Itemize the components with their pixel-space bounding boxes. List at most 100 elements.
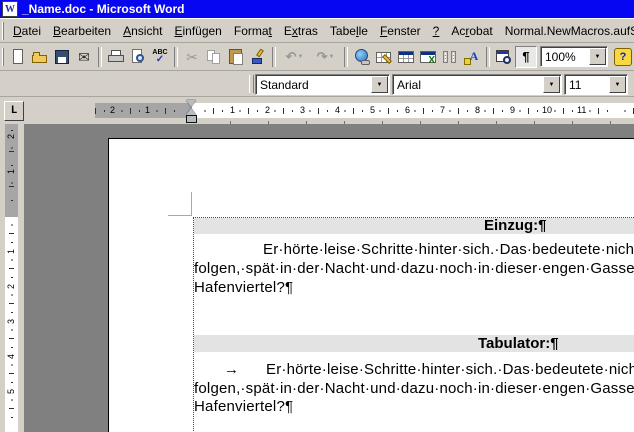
insert-table-button[interactable] [395,46,417,68]
insert-hyperlink-button[interactable] [351,46,373,68]
copy-icon [205,48,223,66]
copy-button[interactable] [203,46,225,68]
horizontal-ruler[interactable]: 1 2 3 4 5 6 7 8 9 10 11 [192,103,634,118]
print-preview-icon [129,48,147,66]
format-painter-button[interactable] [247,46,269,68]
format-painter-icon [249,48,267,66]
printer-icon [107,48,125,66]
spelling-button[interactable]: ABC ✓ [149,46,171,68]
body-line: Er·hörte·leise·Schritte·hinter·sich.·Das… [263,241,634,258]
menu-datei[interactable]: Datei [7,22,47,40]
menubar-grab-handle[interactable] [2,21,4,40]
menu-macro[interactable]: Normal.NewMacros.aufS [499,22,634,40]
chevron-down-icon: ▼ [594,53,601,60]
style-combobox[interactable]: Standard ▼ [255,74,390,95]
redo-arrow-icon: ↷ [316,49,328,64]
zoom-dropdown-button[interactable]: ▼ [589,48,606,65]
help-question-icon: ? [614,47,632,66]
chevron-down-icon: ▼ [548,81,555,88]
menu-tabelle[interactable]: Tabelle [324,22,374,40]
menu-acrobat[interactable]: Acrobat [445,22,498,40]
tab-selector-button[interactable]: L [4,101,24,121]
menu-bar: Datei Bearbeiten Ansicht Einfügen Format… [0,18,634,43]
drawing-icon: A [463,48,481,66]
cut-button[interactable]: ✂ [181,46,203,68]
style-value: Standard [260,77,309,92]
print-button[interactable] [105,46,127,68]
undo-dropdown-icon[interactable]: ▼ [297,54,303,60]
body-line: Hafenviertel?¶ [194,279,294,296]
word-app-icon[interactable]: W [2,1,18,17]
menu-einfuegen[interactable]: Einfügen [168,22,227,40]
toolbar-separator [272,46,276,67]
paste-button[interactable] [225,46,247,68]
window-title: _Name.doc - Microsoft Word [22,2,185,16]
style-dropdown-button[interactable]: ▼ [371,76,388,93]
menu-format[interactable]: Format [228,22,278,40]
envelope-icon: ✉ [78,48,90,65]
tab-mark: → [224,361,240,378]
horizontal-ruler-margin[interactable]: 2 1 [95,103,192,118]
formatting-toolbar-grab-handle[interactable] [249,75,254,93]
undo-arrow-icon: ↶ [285,49,297,64]
body-line: folgen,·spät·in·der·Nacht·und·dazu·noch·… [194,260,634,277]
standard-toolbar-grab-handle[interactable] [2,47,4,66]
left-indent-marker[interactable] [186,115,197,123]
document-map-button[interactable] [493,46,515,68]
menu-fenster[interactable]: Fenster [374,22,427,40]
save-button[interactable] [51,46,73,68]
first-line-indent-marker[interactable] [186,100,196,107]
vertical-ruler-margin[interactable]: 2 1 [5,124,18,217]
font-combobox[interactable]: Arial ▼ [392,74,562,95]
zoom-combobox[interactable]: 100% ▼ [540,46,608,67]
font-size-dropdown-button[interactable]: ▼ [609,76,626,93]
new-document-button[interactable] [7,46,29,68]
insert-excel-button[interactable]: X [417,46,439,68]
body-line: Hafenviertel?¶ [194,398,294,415]
spelling-abc-icon: ABC ✓ [152,48,168,65]
email-button[interactable]: ✉ [73,46,95,68]
redo-button[interactable]: ↷ ▼ [310,46,341,68]
table-pencil-icon [375,48,393,66]
show-paragraph-marks-button[interactable]: ¶ [515,45,537,68]
pilcrow-icon: ¶ [522,49,530,64]
body-line: Er·hörte·leise·Schritte·hinter·sich.·Das… [266,361,634,378]
menu-hilfe[interactable]: ? [427,22,446,40]
font-dropdown-button[interactable]: ▼ [543,76,560,93]
open-button[interactable] [29,46,51,68]
margin-corner-mark-horizontal [168,215,192,216]
vertical-ruler[interactable]: 1 2 3 4 5 [5,217,18,432]
hanging-indent-marker[interactable] [186,108,196,115]
columns-button[interactable] [439,46,461,68]
redo-dropdown-icon[interactable]: ▼ [328,54,334,60]
drawing-button[interactable]: A [461,46,483,68]
toolbar-separator [486,46,490,67]
heading-shading-band [194,335,634,352]
menu-extras[interactable]: Extras [278,22,324,40]
print-preview-button[interactable] [127,46,149,68]
scissors-icon: ✂ [186,48,198,65]
title-bar[interactable]: W _Name.doc - Microsoft Word [0,0,634,18]
document-workspace: Einzug:¶ Er·hörte·leise·Schritte·hinter·… [24,124,634,432]
zoom-value: 100% [545,49,576,64]
toolbar-separator [174,46,178,67]
font-size-combobox[interactable]: 11 ▼ [564,74,628,95]
ruler-row: L 2 1 1 2 3 4 5 6 7 8 9 10 11 [0,97,634,124]
columns-icon [441,48,459,66]
body-line: folgen,·spät·in·der·Nacht·und·dazu·noch·… [194,380,634,397]
menu-ansicht[interactable]: Ansicht [117,22,168,40]
left-tab-icon: L [10,105,18,117]
save-floppy-icon [53,48,71,66]
heading-shading-band [194,218,634,234]
toolbar-separator [98,46,102,67]
help-button[interactable]: ? [612,46,634,68]
font-value: Arial [397,77,422,92]
undo-button[interactable]: ↶ ▼ [279,46,310,68]
document-page[interactable]: Einzug:¶ Er·hörte·leise·Schritte·hinter·… [108,138,634,432]
indent-markers[interactable] [186,100,197,123]
menu-bearbeiten[interactable]: Bearbeiten [47,22,117,40]
excel-table-icon: X [419,48,437,66]
word-window: W _Name.doc - Microsoft Word Datei Bearb… [0,0,634,432]
tables-borders-button[interactable] [373,46,395,68]
section-heading: Tabulator:¶ [478,335,559,352]
